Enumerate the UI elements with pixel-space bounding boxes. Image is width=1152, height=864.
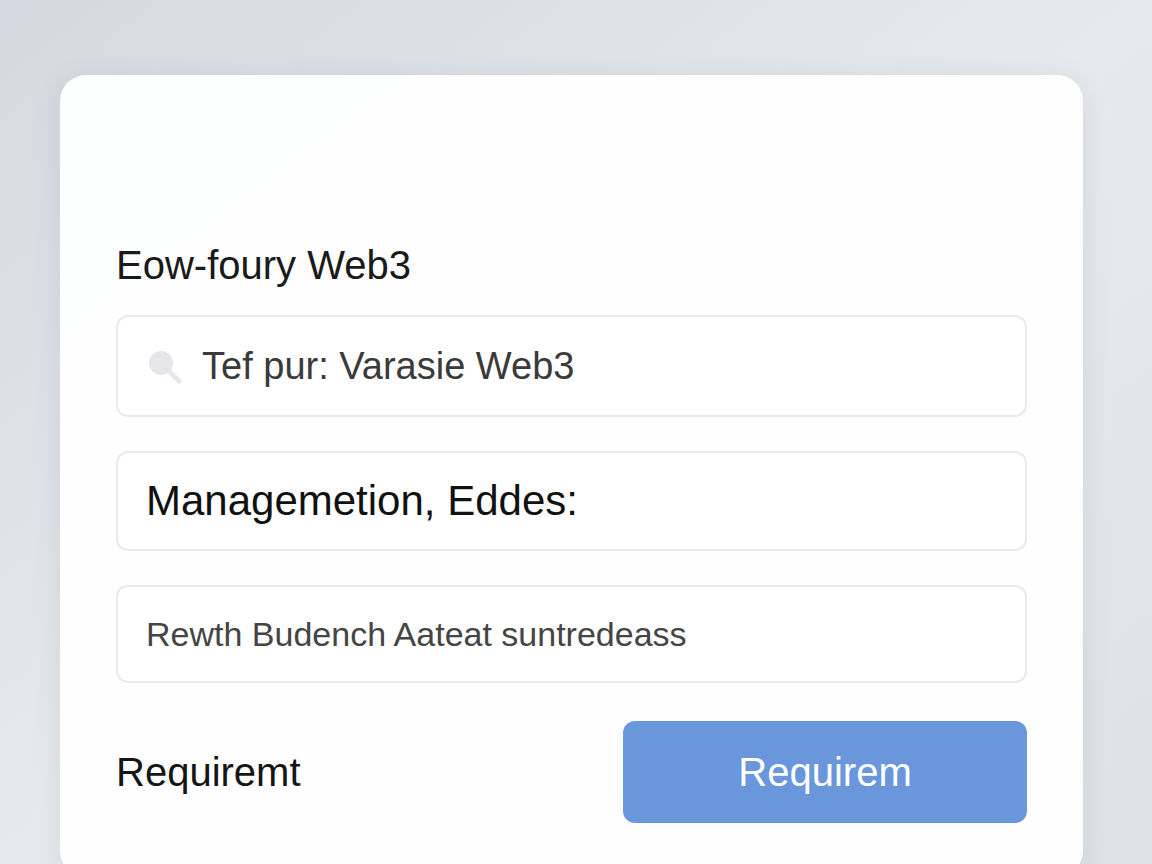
field-text: Managemetion, Eddes: bbox=[146, 476, 578, 526]
footer: Requiremt Requirem bbox=[116, 721, 1027, 823]
footer-label: Requiremt bbox=[116, 748, 301, 796]
search-field[interactable]: Tef pur: Varasie Web3 bbox=[116, 315, 1027, 417]
card-title: Eow-foury Web3 bbox=[116, 241, 1027, 289]
text-field[interactable]: Managemetion, Eddes: bbox=[116, 451, 1027, 551]
text-field[interactable]: Rewth Budench Aateat suntredeass bbox=[116, 585, 1027, 683]
field-list: Tef pur: Varasie Web3 Managemetion, Eddes… bbox=[116, 315, 1027, 683]
field-text: Rewth Budench Aateat suntredeass bbox=[146, 613, 687, 655]
field-text: Tef pur: Varasie Web3 bbox=[202, 343, 574, 389]
requirement-button[interactable]: Requirem bbox=[623, 721, 1027, 823]
form-card: Eow-foury Web3 Tef pur: Varasie Web3 Mana… bbox=[60, 75, 1083, 864]
search-icon bbox=[146, 348, 182, 384]
background: Eow-foury Web3 Tef pur: Varasie Web3 Mana… bbox=[0, 0, 1152, 864]
